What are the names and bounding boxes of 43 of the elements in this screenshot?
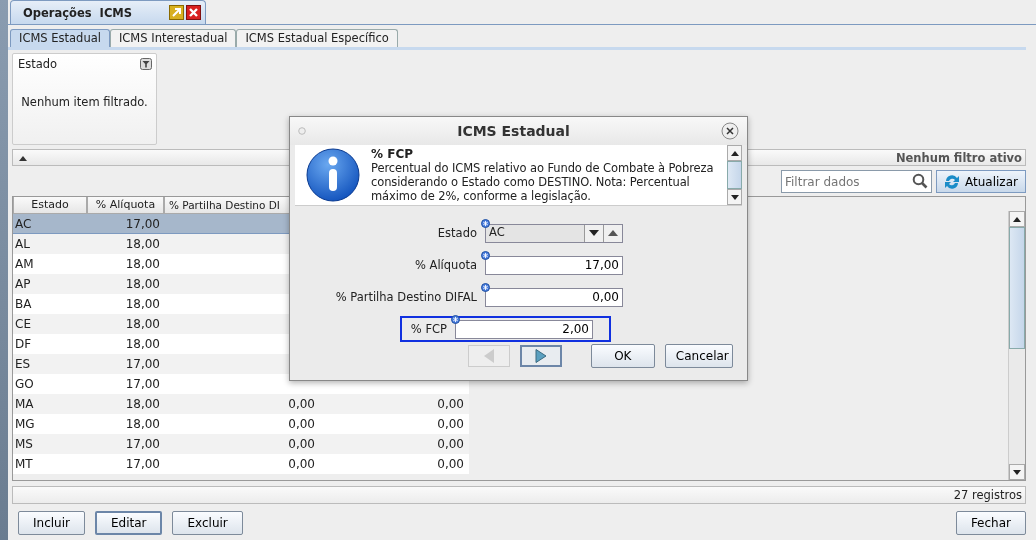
table-cell-text: 18,00 (124, 256, 161, 273)
table-cell-text: AC (14, 216, 33, 233)
table-cell-text: MA (14, 396, 35, 413)
table-cell-text: MS (14, 436, 34, 453)
table-cell-text: 18,00 (124, 416, 161, 433)
table-cell-text: 0,00 (287, 396, 316, 413)
table-cell-text: GO (14, 376, 35, 393)
table-cell-text: 18,00 (124, 336, 161, 353)
table-cell-text: 0,00 (436, 456, 465, 473)
table-cell-text: DF (14, 336, 33, 353)
field-label: % FCP (410, 322, 447, 336)
table-cell-text: 18,00 (124, 316, 161, 333)
table-cell-text: 0,00 (287, 416, 316, 433)
window-title: Operações ICMS (23, 5, 134, 20)
table-cell-text: 17,00 (124, 436, 161, 453)
table-cell-text: 0,00 (436, 416, 465, 433)
table-cell-text: 17,00 (124, 216, 161, 233)
filter-status: Nenhum filtro ativo (895, 150, 1022, 165)
table-cell-text: 18,00 (124, 396, 161, 413)
table-cell-text: BA (14, 296, 33, 313)
table-cell-text: 17,00 (124, 376, 161, 393)
table-cell-text: 17,00 (124, 456, 161, 473)
record-count: 27 registros (953, 488, 1022, 502)
dialog-title: ICMS Estadual (456, 123, 571, 139)
table-cell-text: AL (14, 236, 31, 253)
filter-panel-title: Estado (18, 57, 58, 71)
table-cell-text: 18,00 (124, 296, 161, 313)
table-cell-text: MG (14, 416, 36, 433)
table-cell-text: 18,00 (124, 236, 161, 253)
table-cell-text: MT (14, 456, 34, 473)
table-cell-text: 18,00 (124, 276, 161, 293)
help-text: Percentual do ICMS relativo ao Fundo de Combate à Pobreza considerando o Estado como DESTINO. Nota: Percentual máximo de 2%, conforme a legislação. (371, 161, 715, 203)
table-cell-text: 17,00 (124, 356, 161, 373)
table-cell-text: 0,00 (287, 456, 316, 473)
table-cell-text: 0,00 (287, 436, 316, 453)
table-cell-text: 0,00 (436, 436, 465, 453)
table-cell-text: CE (14, 316, 32, 333)
table-cell-text: 0,00 (436, 396, 465, 413)
table-cell-text: AM (14, 256, 35, 273)
table-cell-text: ES (14, 356, 32, 373)
table-cell-text: AP (14, 276, 32, 293)
help-title: % FCP (371, 147, 414, 161)
empty-message: Nenhum item filtrado. (20, 95, 149, 109)
